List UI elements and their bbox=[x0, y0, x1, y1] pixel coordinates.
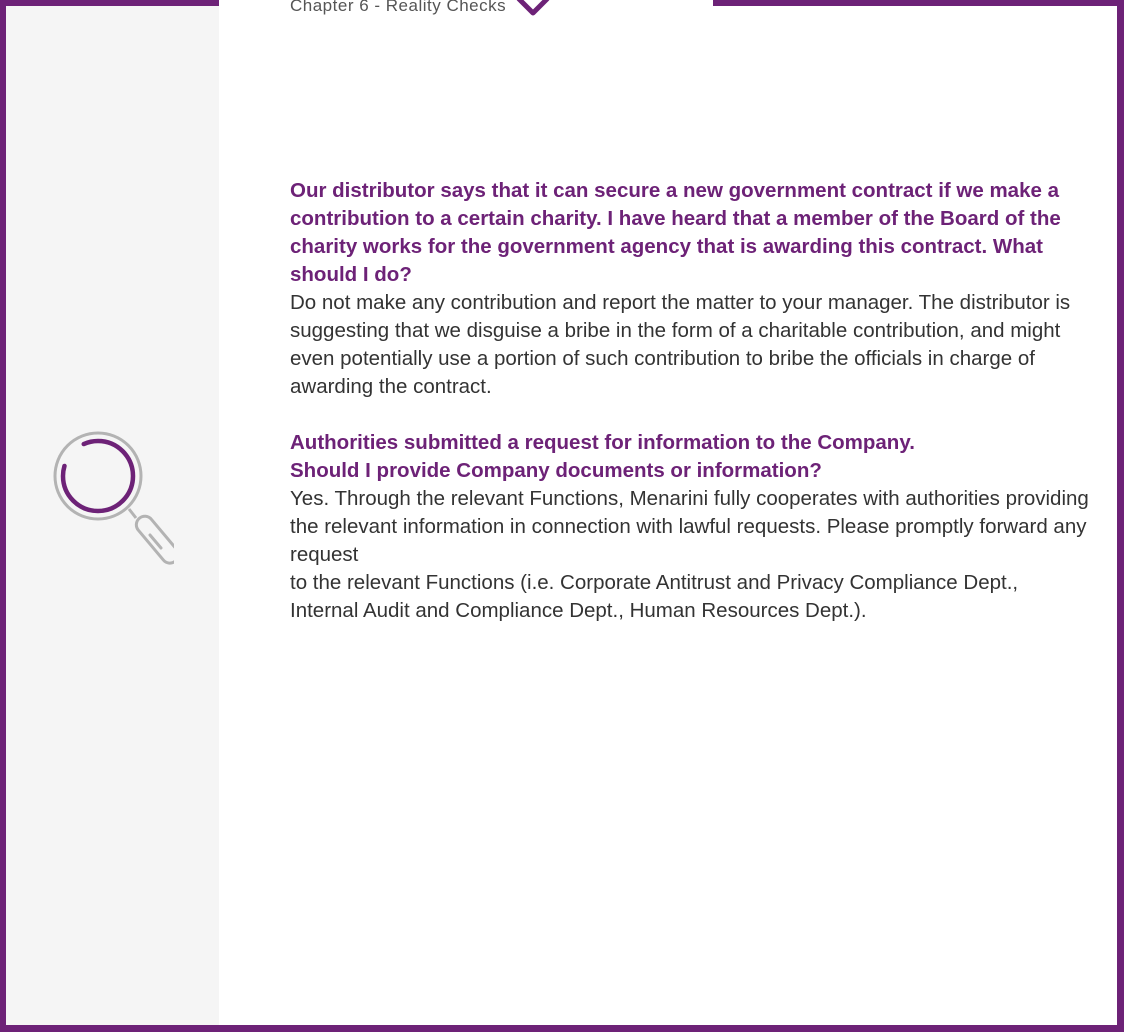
frame-border-top-left bbox=[0, 0, 219, 6]
question-authorities-line1: Authorities submitted a request for info… bbox=[290, 431, 915, 454]
answer-distributor: Do not make any contribution and report … bbox=[290, 291, 1071, 398]
question-authorities-line2: Should I provide Company documents or in… bbox=[290, 459, 822, 482]
qa-content: Our distributor says that it can secure … bbox=[290, 177, 1090, 625]
chevron-down-icon[interactable] bbox=[516, 0, 550, 17]
question-distributor: Our distributor says that it can secure … bbox=[290, 179, 1061, 286]
magnifying-glass-icon bbox=[53, 431, 174, 565]
answer-authorities-line2: to the relevant Functions (i.e. Corporat… bbox=[290, 571, 1019, 622]
frame-border-left bbox=[0, 0, 6, 1032]
answer-authorities-line1: Yes. Through the relevant Functions, Men… bbox=[290, 487, 1089, 566]
frame-border-bottom bbox=[0, 1025, 1124, 1032]
chapter-title: Chapter 6 - Reality Checks bbox=[290, 0, 507, 15]
chapter-header[interactable]: Chapter 6 - Reality Checks bbox=[290, 0, 550, 21]
frame-border-right bbox=[1117, 0, 1124, 1032]
frame-border-top-right bbox=[713, 0, 1124, 6]
